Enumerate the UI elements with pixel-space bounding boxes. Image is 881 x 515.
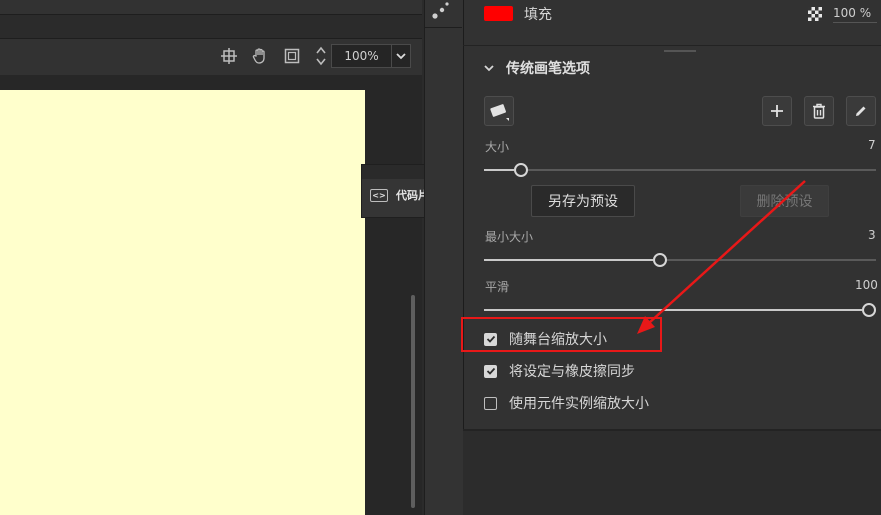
slider-knob[interactable]: [514, 163, 528, 177]
option-label: 将设定与橡皮擦同步: [509, 364, 635, 380]
section-title[interactable]: 传统画笔选项: [506, 58, 590, 78]
edit-preset-button[interactable]: [846, 96, 876, 126]
stage-canvas[interactable]: [0, 90, 365, 515]
slider-fill: [484, 309, 862, 311]
checker-alpha-icon: [808, 6, 822, 21]
size-value[interactable]: 7: [868, 138, 876, 152]
divider: [463, 45, 881, 46]
slider-fill: [484, 259, 653, 261]
add-preset-button[interactable]: [762, 96, 792, 126]
min-size-slider[interactable]: [484, 250, 876, 270]
zoom-select[interactable]: 100%: [331, 44, 411, 68]
dots-icon[interactable]: [430, 2, 454, 22]
slider-track: [484, 169, 876, 171]
plus-icon: [771, 105, 783, 117]
option-sync-eraser[interactable]: 将设定与橡皮擦同步: [484, 361, 635, 381]
slider-knob[interactable]: [862, 303, 876, 317]
tool-strip: [424, 0, 464, 515]
code-icon: <>: [370, 188, 388, 202]
min-size-label: 最小大小: [485, 230, 534, 244]
save-preset-button[interactable]: 另存为预设: [531, 185, 635, 217]
size-label: 大小: [485, 140, 510, 154]
checkbox[interactable]: [484, 396, 497, 410]
divider: [424, 27, 462, 28]
brush-shape-button[interactable]: [484, 96, 514, 126]
fit-frame-icon[interactable]: [281, 45, 303, 67]
slider-knob[interactable]: [653, 253, 667, 267]
document-top-strip: [0, 0, 422, 15]
chevron-down-icon[interactable]: [391, 45, 410, 67]
smooth-label: 平滑: [485, 280, 510, 294]
check-icon: [486, 367, 495, 375]
trash-icon: [813, 103, 825, 119]
chevron-down-icon[interactable]: [482, 60, 496, 74]
smooth-value[interactable]: 100: [855, 278, 878, 292]
zoom-stepper-icon[interactable]: [311, 45, 331, 67]
delete-preset-text-button[interactable]: 删除预设: [740, 185, 829, 217]
checkbox[interactable]: [484, 364, 497, 378]
crosshair-icon[interactable]: [218, 45, 240, 67]
delete-preset-button[interactable]: [804, 96, 834, 126]
fill-label: 填充: [524, 7, 552, 23]
hand-icon[interactable]: [249, 45, 271, 67]
resize-grip[interactable]: [664, 50, 696, 52]
fill-color-swatch[interactable]: [484, 6, 513, 21]
slider-fill: [484, 169, 514, 171]
option-symbol-instance-scale[interactable]: 使用元件实例缩放大小: [484, 393, 649, 413]
option-label: 使用元件实例缩放大小: [509, 396, 649, 412]
min-size-value[interactable]: 3: [868, 228, 876, 242]
fill-alpha-value[interactable]: 100 %: [833, 6, 877, 23]
size-slider[interactable]: [484, 160, 876, 180]
vertical-scrollbar[interactable]: [411, 295, 415, 508]
panel-footer: [463, 431, 881, 515]
zoom-value: 100%: [344, 49, 379, 63]
highlight-box: [461, 317, 662, 352]
pencil-icon: [856, 106, 866, 116]
